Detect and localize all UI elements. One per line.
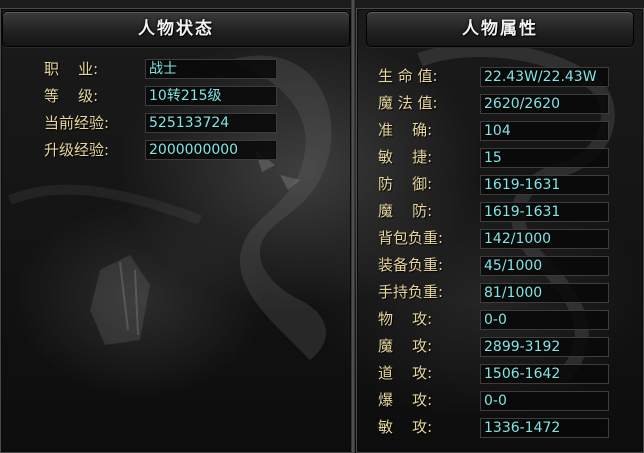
label-hp: 生 命 值: bbox=[378, 67, 438, 85]
value-mp: 2620/2620 bbox=[480, 94, 609, 114]
label-profession: 职 业: bbox=[44, 60, 99, 78]
value-agility: 15 bbox=[480, 148, 609, 168]
label-equip-weight: 装备负重: bbox=[378, 256, 444, 274]
value-accuracy: 104 bbox=[480, 121, 609, 141]
status-title: 人物状态 bbox=[138, 19, 214, 39]
label-mp: 魔 法 值: bbox=[378, 94, 438, 112]
value-equip-weight: 45/1000 bbox=[480, 256, 609, 276]
label-magic-defense: 魔 防: bbox=[378, 202, 433, 220]
label-accuracy: 准 确: bbox=[378, 121, 433, 139]
label-hand-weight: 手持负重: bbox=[378, 283, 444, 301]
label-agility: 敏 捷: bbox=[378, 148, 433, 166]
label-level: 等 级: bbox=[44, 87, 99, 105]
label-levelup-exp: 升级经验: bbox=[44, 141, 110, 159]
value-bag-weight: 142/1000 bbox=[480, 229, 609, 249]
value-tao-attack: 1506-1642 bbox=[480, 364, 609, 384]
label-physical-attack: 物 攻: bbox=[378, 310, 433, 328]
label-bag-weight: 背包负重: bbox=[378, 229, 444, 247]
value-defense: 1619-1631 bbox=[480, 175, 609, 195]
panel-divider bbox=[351, 0, 355, 453]
value-level: 10转215级 bbox=[145, 86, 277, 106]
character-window: 人物状态 人物属性 职 业: 战士 等 级: 10转215级 当前经验: 525… bbox=[0, 0, 644, 453]
value-magic-attack: 2899-3192 bbox=[480, 337, 609, 357]
value-magic-defense: 1619-1631 bbox=[480, 202, 609, 222]
value-current-exp: 525133724 bbox=[145, 113, 277, 133]
value-hp: 22.43W/22.43W bbox=[480, 67, 609, 87]
value-crit-attack: 0-0 bbox=[480, 391, 609, 411]
label-crit-attack: 爆 攻: bbox=[378, 391, 433, 409]
value-agility-attack: 1336-1472 bbox=[480, 418, 609, 438]
label-current-exp: 当前经验: bbox=[44, 114, 110, 132]
label-agility-attack: 敏 攻: bbox=[378, 418, 433, 436]
attributes-title-bar: 人物属性 bbox=[366, 11, 634, 47]
status-title-bar: 人物状态 bbox=[2, 11, 350, 47]
value-physical-attack: 0-0 bbox=[480, 310, 609, 330]
label-tao-attack: 道 攻: bbox=[378, 364, 433, 382]
value-profession: 战士 bbox=[145, 59, 277, 79]
value-levelup-exp: 2000000000 bbox=[145, 140, 277, 160]
label-magic-attack: 魔 攻: bbox=[378, 337, 433, 355]
attributes-title: 人物属性 bbox=[462, 19, 538, 39]
label-defense: 防 御: bbox=[378, 175, 433, 193]
value-hand-weight: 81/1000 bbox=[480, 283, 609, 303]
